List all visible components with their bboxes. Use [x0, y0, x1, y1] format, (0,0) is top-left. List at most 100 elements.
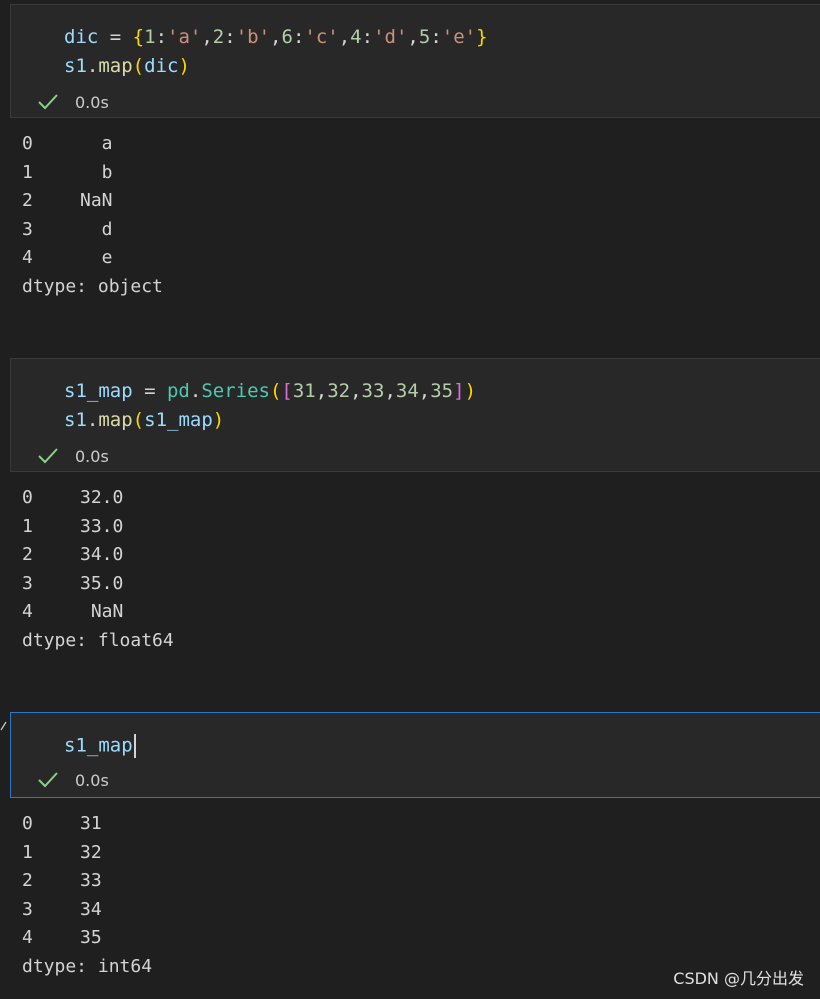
- output-row: 0 32.0: [22, 484, 174, 513]
- code-line-2[interactable]: s1.map(s1_map): [64, 409, 224, 431]
- output-index: 0: [22, 813, 33, 834]
- code-token: 35: [430, 380, 454, 402]
- code-token: =: [132, 380, 167, 402]
- code-token: [: [281, 380, 293, 402]
- code-token: :: [155, 26, 168, 48]
- output-index: 3: [22, 898, 33, 920]
- output-value: a: [80, 133, 113, 154]
- code-token: s1_map: [144, 409, 213, 431]
- output-index: 2: [22, 870, 33, 892]
- code-token: 31: [292, 380, 316, 402]
- code-cell-3[interactable]: s1_map 0.0s: [10, 712, 820, 798]
- output-value: 33: [80, 870, 102, 892]
- output-row: 4 e: [22, 244, 163, 273]
- code-cell-2[interactable]: s1_map = pd.Series([31,32,33,34,35]) s1.…: [10, 358, 820, 472]
- code-token: 'c': [304, 26, 339, 48]
- execution-time: 0.0s: [75, 92, 109, 112]
- output-index: 2: [22, 544, 33, 566]
- code-token: dic: [64, 26, 99, 48]
- output-row: 1 32: [22, 839, 152, 868]
- output-index: 0: [22, 133, 33, 154]
- output-dtype: dtype: object: [22, 275, 163, 297]
- code-token: ,: [338, 26, 351, 48]
- output-row: 3 34: [22, 896, 152, 925]
- code-token: s1_map: [64, 380, 133, 402]
- code-token: map: [98, 55, 133, 77]
- code-token: }: [476, 26, 488, 48]
- code-token: map: [98, 409, 133, 431]
- output-index: 4: [22, 601, 33, 623]
- output-value: 34: [80, 898, 102, 920]
- code-line-1[interactable]: s1_map = pd.Series([31,32,33,34,35]): [64, 380, 476, 402]
- code-token: ,: [384, 380, 396, 402]
- output-index: 3: [22, 218, 33, 240]
- code-line-2[interactable]: s1.map(dic): [64, 55, 190, 77]
- output-value: NaN: [80, 190, 113, 212]
- output-row: 2 NaN: [22, 187, 163, 216]
- output-value: 35.0: [80, 572, 124, 594]
- output-value: 33.0: [80, 515, 124, 537]
- output-index: 3: [22, 572, 33, 594]
- code-token: 2: [212, 26, 225, 48]
- code-token: =: [98, 26, 133, 48]
- output-index: 1: [22, 841, 33, 863]
- output-row: 4 35: [22, 924, 152, 953]
- code-token: .: [189, 380, 202, 402]
- code-token: (: [132, 55, 145, 77]
- code-token: s1: [64, 409, 87, 431]
- code-token: :: [430, 26, 442, 48]
- code-token: ): [212, 409, 225, 431]
- output-row: 4 NaN: [22, 598, 174, 627]
- code-token: ,: [350, 380, 362, 402]
- code-token: 34: [395, 380, 419, 402]
- code-cell-1[interactable]: dic = {1:'a',2:'b',6:'c',4:'d',5:'e'} s1…: [10, 4, 820, 118]
- code-token: (: [132, 409, 145, 431]
- code-token: 1: [144, 26, 156, 48]
- cell-output-2: 0 32.0 1 33.0 2 34.0 3 35.0 4 NaN dtype: float64: [22, 484, 174, 656]
- output-row: 1 b: [22, 159, 163, 188]
- output-row: 1 33.0: [22, 513, 174, 542]
- code-token: :: [361, 26, 374, 48]
- output-row: 2 33: [22, 867, 152, 896]
- code-token: 4: [350, 26, 362, 48]
- output-row: 2 34.0: [22, 541, 174, 570]
- output-index: 4: [22, 247, 33, 269]
- output-index: 2: [22, 190, 33, 212]
- check-icon: [38, 772, 58, 788]
- code-token: 32: [327, 380, 351, 402]
- code-token: Series: [201, 380, 270, 402]
- output-row: 3 d: [22, 216, 163, 245]
- output-value: d: [80, 218, 113, 240]
- execution-time: 0.0s: [75, 446, 109, 466]
- check-icon: [38, 94, 58, 110]
- output-value: 35: [80, 927, 102, 949]
- check-icon: [38, 448, 58, 464]
- code-token: .: [86, 55, 99, 77]
- code-token: ): [464, 380, 477, 402]
- output-row: 0 a: [22, 130, 163, 159]
- cell-output-1: 0 a1 b 2 NaN 3 d4 e dtype: object: [22, 130, 163, 302]
- code-token: .: [86, 409, 99, 431]
- code-token: 33: [361, 380, 385, 402]
- code-token: ]: [453, 380, 465, 402]
- code-token: ): [178, 55, 190, 77]
- text-cursor: [133, 734, 136, 758]
- watermark: CSDN @几分出发: [673, 969, 804, 988]
- code-token: ,: [315, 380, 328, 402]
- code-token: 'e': [441, 26, 477, 48]
- cell-focus-indicator-icon: [0, 721, 7, 731]
- code-line-1[interactable]: dic = {1:'a',2:'b',6:'c',4:'d',5:'e'}: [64, 26, 488, 48]
- output-value: NaN: [80, 601, 124, 623]
- output-value: b: [80, 161, 113, 183]
- code-line-1[interactable]: s1_map: [64, 734, 136, 758]
- code-token: {: [132, 26, 145, 48]
- code-token: s1_map: [64, 734, 133, 757]
- code-token: s1: [64, 55, 87, 77]
- output-value: 32.0: [80, 487, 124, 508]
- code-token: 'a': [167, 26, 202, 48]
- code-token: 'd': [373, 26, 408, 48]
- code-token: (: [269, 380, 282, 402]
- code-token: ,: [201, 26, 213, 48]
- code-token: 6: [281, 26, 293, 48]
- execution-status: 0.0s: [37, 92, 109, 112]
